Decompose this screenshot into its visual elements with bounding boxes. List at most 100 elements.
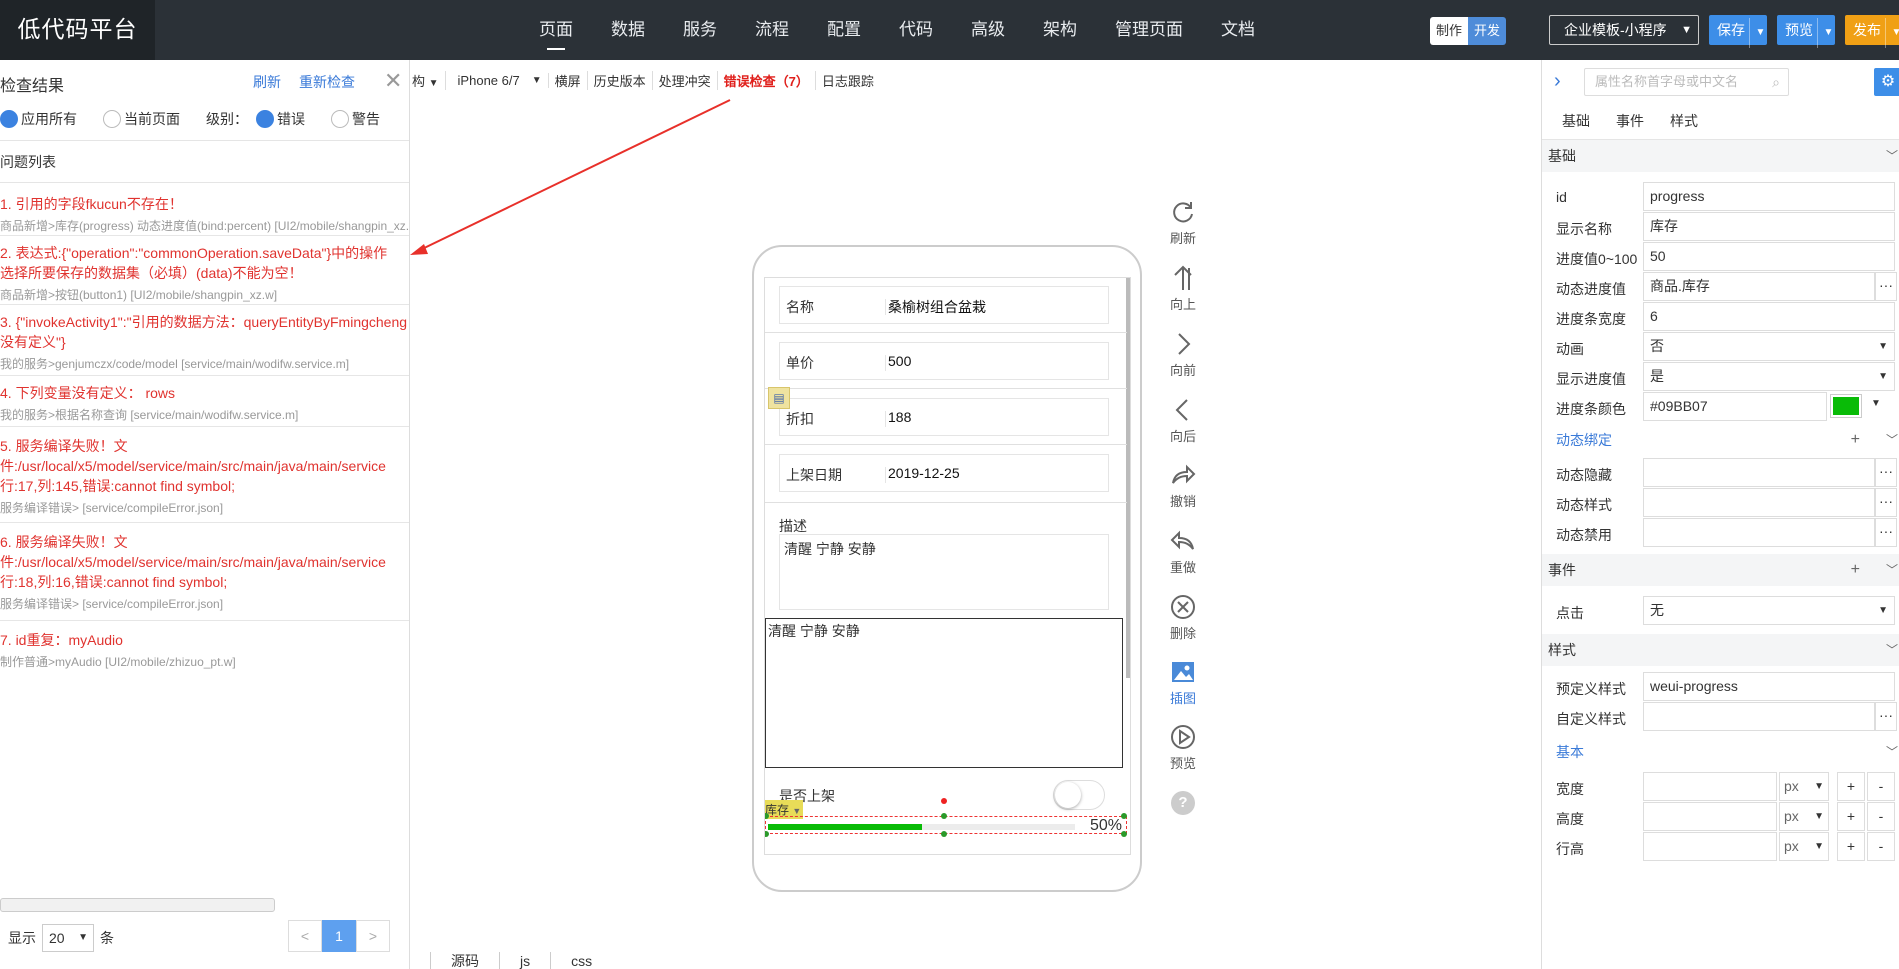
- gear-icon[interactable]: ⚙: [1874, 68, 1899, 96]
- form-row-name[interactable]: 名称 桑榆树组合盆栽: [779, 286, 1109, 324]
- resize-handle[interactable]: [765, 831, 769, 837]
- decrement-button[interactable]: -: [1867, 802, 1895, 831]
- mode-make[interactable]: 制作: [1430, 17, 1469, 45]
- tool-forward[interactable]: 向前: [1161, 330, 1205, 379]
- prop-click-select[interactable]: 无 ▼: [1643, 596, 1895, 625]
- tool-insert-image[interactable]: 插图: [1161, 658, 1205, 707]
- issue-item[interactable]: 6. 服务编译失败！文 件:/usr/local/x5/model/servic…: [0, 524, 409, 621]
- history-button[interactable]: 历史版本: [588, 70, 653, 90]
- more-icon[interactable]: ···: [1875, 702, 1897, 731]
- caret-down-icon[interactable]: ▼: [1871, 398, 1881, 409]
- prop-dynamic-style-input[interactable]: [1643, 488, 1875, 517]
- section-style[interactable]: 样式 ﹀: [1542, 634, 1899, 666]
- tab-style[interactable]: 样式: [1664, 108, 1718, 139]
- prop-width-input[interactable]: 6: [1643, 302, 1895, 331]
- tool-refresh[interactable]: 刷新: [1161, 198, 1205, 247]
- prop-id-input[interactable]: progress: [1643, 182, 1895, 211]
- more-icon[interactable]: ···: [1875, 272, 1897, 301]
- increment-button[interactable]: +: [1837, 802, 1865, 831]
- structure-button[interactable]: 构 ▼: [412, 70, 446, 90]
- more-icon[interactable]: ···: [1875, 458, 1897, 487]
- issue-item[interactable]: 7. id重复：myAudio 制作普通>myAudio [UI2/mobile…: [0, 622, 409, 672]
- radio-checked-icon[interactable]: [0, 110, 18, 128]
- prev-page-button[interactable]: <: [288, 920, 322, 952]
- caret-down-icon[interactable]: ▼: [1817, 18, 1839, 48]
- refresh-link[interactable]: 刷新: [253, 72, 281, 92]
- landscape-button[interactable]: 横屏: [549, 70, 588, 90]
- tool-undo[interactable]: 撤销: [1161, 461, 1205, 510]
- description-textarea[interactable]: 清醒 宁静 安静: [779, 534, 1109, 610]
- nav-docs[interactable]: 文档: [1202, 0, 1274, 60]
- radio-unchecked-icon[interactable]: [103, 110, 121, 128]
- form-row-price[interactable]: 单价 500: [779, 342, 1109, 380]
- nav-code[interactable]: 代码: [880, 0, 952, 60]
- device-select[interactable]: iPhone 6/7 ▼: [446, 72, 549, 88]
- unit-select[interactable]: px ▼: [1779, 802, 1829, 831]
- form-row-listing-date[interactable]: 上架日期 2019-12-25: [779, 454, 1109, 492]
- section-base[interactable]: 基本 ﹀: [1542, 736, 1899, 768]
- tool-up[interactable]: 向上: [1161, 264, 1205, 313]
- form-row-discount[interactable]: 折扣 188: [779, 398, 1109, 436]
- width-input[interactable]: [1643, 772, 1777, 801]
- prop-custom-input[interactable]: [1643, 702, 1875, 731]
- tool-delete[interactable]: 删除: [1161, 593, 1205, 642]
- rotate-handle[interactable]: [941, 798, 947, 804]
- issue-item[interactable]: 5. 服务编译失败！文 件:/usr/local/x5/model/servic…: [0, 428, 409, 523]
- nav-data[interactable]: 数据: [592, 0, 664, 60]
- component-outline-icon[interactable]: ▤: [768, 387, 790, 409]
- resize-handle[interactable]: [1121, 831, 1127, 837]
- prop-display-input[interactable]: 库存: [1643, 212, 1895, 241]
- issue-item[interactable]: 4. 下列变量没有定义： rows 我的服务>根据名称查询 [service/m…: [0, 377, 409, 427]
- horizontal-scrollbar[interactable]: [0, 898, 275, 912]
- resize-handle[interactable]: [941, 831, 947, 837]
- issue-item[interactable]: 3. {"invokeActivity1":"引用的数据方法：queryEnti…: [0, 306, 409, 376]
- caret-down-icon[interactable]: ▼: [1885, 18, 1899, 48]
- decrement-button[interactable]: -: [1867, 772, 1895, 801]
- level-error-radio[interactable]: 错误: [256, 109, 305, 129]
- section-events[interactable]: 事件 + ﹀: [1542, 554, 1899, 586]
- scope-all-radio[interactable]: 应用所有: [0, 109, 77, 129]
- tab-css[interactable]: css: [550, 952, 612, 969]
- tool-back[interactable]: 向后: [1161, 396, 1205, 445]
- save-button[interactable]: 保存 ▼: [1709, 15, 1767, 48]
- line-height-input[interactable]: [1643, 832, 1777, 861]
- height-input[interactable]: [1643, 802, 1777, 831]
- prop-predefined-input[interactable]: weui-progress: [1643, 672, 1895, 701]
- next-page-button[interactable]: >: [356, 920, 390, 952]
- plus-icon[interactable]: +: [1851, 424, 1860, 456]
- radio-checked-icon[interactable]: [256, 110, 274, 128]
- help-icon[interactable]: ?: [1171, 791, 1195, 815]
- caret-down-icon[interactable]: ▼: [1749, 18, 1771, 48]
- section-basic[interactable]: 基础 ﹀: [1542, 140, 1899, 172]
- prop-animation-select[interactable]: 否 ▼: [1643, 332, 1895, 361]
- tab-source[interactable]: 源码: [430, 952, 499, 969]
- scope-page-radio[interactable]: 当前页面: [103, 109, 180, 129]
- unit-select[interactable]: px ▼: [1779, 772, 1829, 801]
- color-swatch[interactable]: [1830, 394, 1862, 418]
- tab-events[interactable]: 事件: [1610, 108, 1664, 139]
- mode-toggle[interactable]: 制作 开发: [1430, 17, 1507, 45]
- preview-button[interactable]: 预览 ▼: [1777, 15, 1835, 48]
- increment-button[interactable]: +: [1837, 772, 1865, 801]
- more-icon[interactable]: ···: [1875, 518, 1897, 547]
- more-icon[interactable]: ···: [1875, 488, 1897, 517]
- prop-dynamic-disable-input[interactable]: [1643, 518, 1875, 547]
- nav-page[interactable]: 页面: [520, 0, 592, 60]
- rich-text-box[interactable]: 清醒 宁静 安静: [765, 618, 1123, 768]
- decrement-button[interactable]: -: [1867, 832, 1895, 861]
- nav-config[interactable]: 配置: [808, 0, 880, 60]
- close-icon[interactable]: ✕: [384, 68, 402, 94]
- prop-show-value-select[interactable]: 是 ▼: [1643, 362, 1895, 391]
- recheck-link[interactable]: 重新检查: [299, 72, 355, 92]
- on-sale-toggle[interactable]: [1053, 780, 1105, 810]
- page-size-select[interactable]: 20 ▼: [42, 924, 94, 952]
- template-select[interactable]: 企业模板-小程序 ▼: [1549, 15, 1699, 45]
- mode-dev[interactable]: 开发: [1468, 17, 1507, 45]
- issue-item[interactable]: 1. 引用的字段fkucun不存在！ 商品新增>库存(progress) 动态进…: [0, 188, 409, 236]
- issue-item[interactable]: 2. 表达式:{"operation":"commonOperation.sav…: [0, 237, 409, 305]
- level-warn-radio[interactable]: 警告: [331, 109, 380, 129]
- resize-handle[interactable]: [1121, 813, 1127, 819]
- chevron-right-icon[interactable]: ›: [1554, 70, 1561, 93]
- nav-admin-pages[interactable]: 管理页面: [1096, 0, 1202, 60]
- tool-preview[interactable]: 预览: [1161, 723, 1205, 772]
